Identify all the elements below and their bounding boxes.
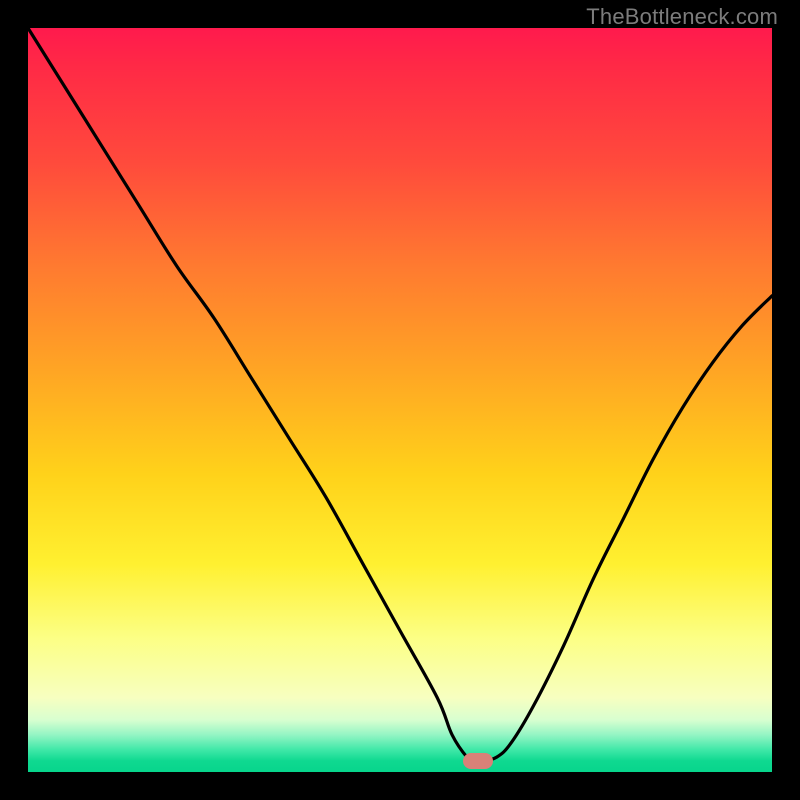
curve-svg — [28, 28, 772, 772]
chart-frame: TheBottleneck.com — [0, 0, 800, 800]
optimal-point-marker — [463, 753, 493, 769]
watermark-text: TheBottleneck.com — [586, 4, 778, 30]
plot-area — [28, 28, 772, 772]
bottleneck-curve — [28, 28, 772, 761]
